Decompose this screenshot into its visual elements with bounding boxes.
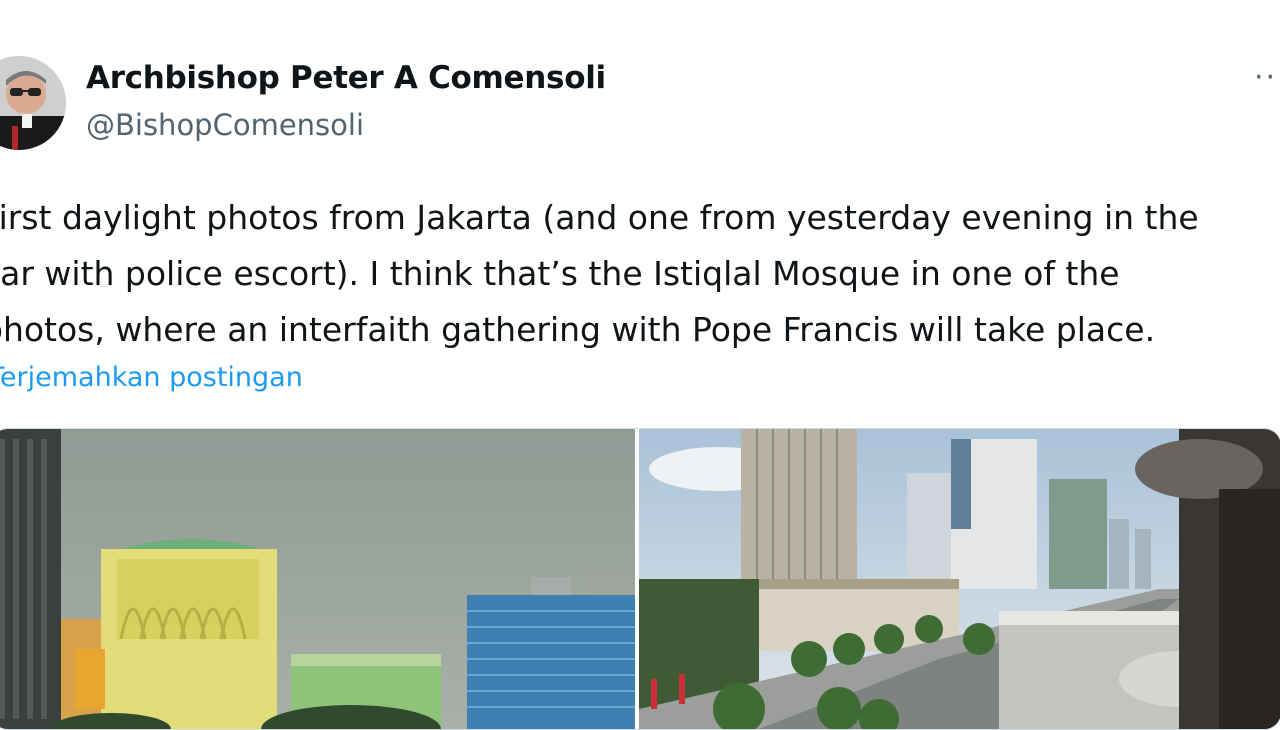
avatar[interactable] <box>0 56 66 150</box>
photo-grid <box>0 428 1280 730</box>
author-name[interactable]: Archbishop Peter A Comensoli <box>86 60 606 96</box>
photo-jakarta-skyline[interactable] <box>0 429 635 729</box>
more-options-icon[interactable]: ··· <box>1254 60 1280 100</box>
photo-image <box>639 429 1280 729</box>
tweet-text-line: car with police escort). I think that’s … <box>0 254 1120 293</box>
translate-post-link[interactable]: Terjemahkan postingan <box>0 362 303 393</box>
tweet-text-line: First daylight photos from Jakarta (and … <box>0 198 1199 237</box>
author-handle[interactable]: @BishopComensoli <box>86 108 364 142</box>
tweet-text-line: photos, where an interfaith gathering wi… <box>0 310 1156 349</box>
photo-image <box>0 429 635 729</box>
avatar-image <box>0 56 66 150</box>
photo-jakarta-street[interactable] <box>639 429 1280 729</box>
tweet-text: First daylight photos from Jakarta (and … <box>0 190 1280 358</box>
